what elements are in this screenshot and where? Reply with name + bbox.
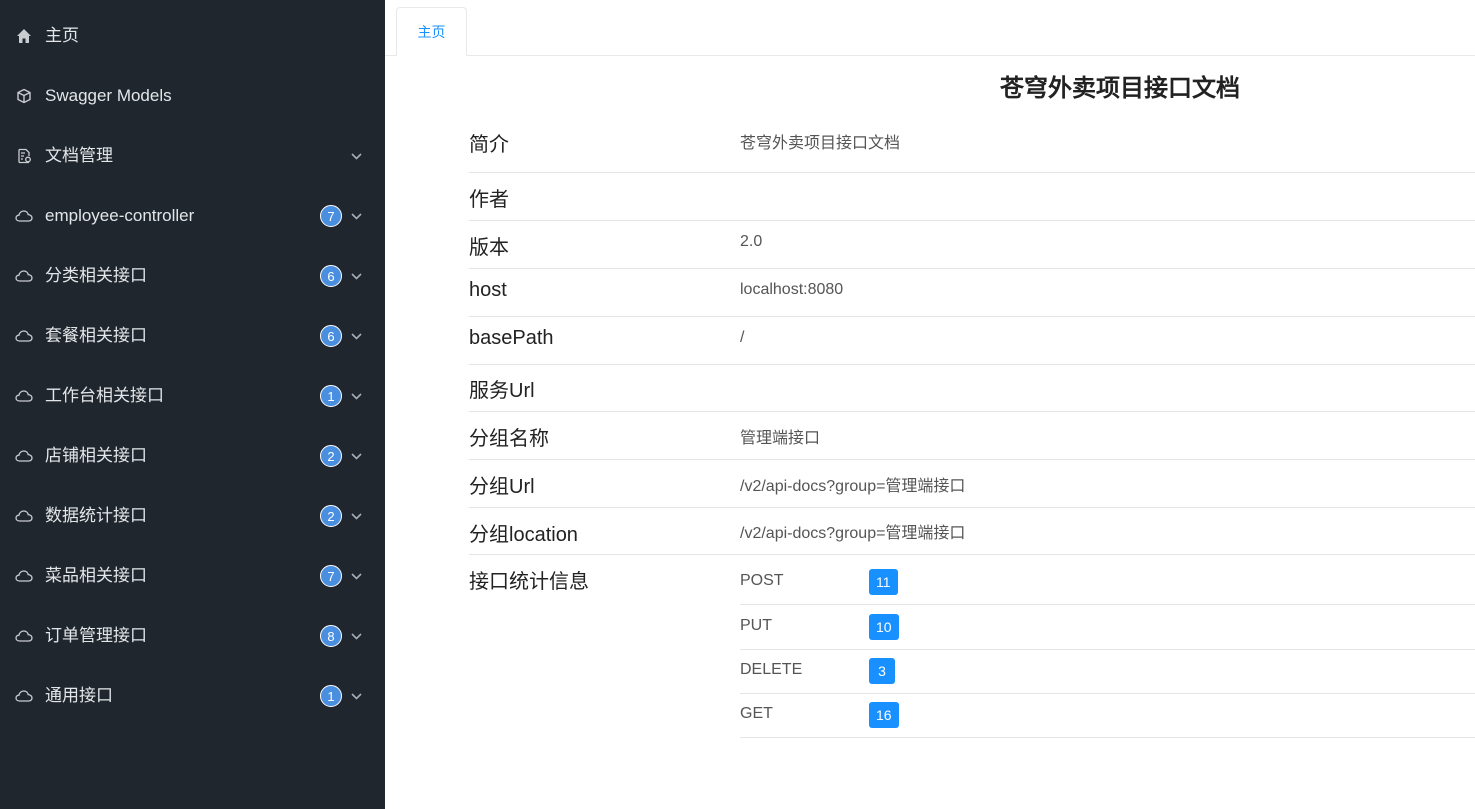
info-label: host <box>469 279 507 301</box>
sidebar-item-order-api[interactable]: 订单管理接口 8 <box>0 606 385 666</box>
info-value: localhost:8080 <box>740 281 844 298</box>
chevron-down-icon <box>351 333 362 340</box>
cloud-icon <box>15 387 33 405</box>
chevron-down-icon <box>351 393 362 400</box>
stat-method: DELETE <box>740 661 803 678</box>
chevron-down-icon <box>351 693 362 700</box>
sidebar-item-workspace-api[interactable]: 工作台相关接口 1 <box>0 366 385 426</box>
sidebar-item-label: employee-controller <box>45 206 195 225</box>
stat-method: GET <box>740 705 773 722</box>
sidebar-item-label: 店铺相关接口 <box>45 446 147 465</box>
cloud-icon <box>15 447 33 465</box>
info-value: /v2/api-docs?group=管理端接口 <box>740 525 966 542</box>
info-row-basepath: basePath / <box>469 317 1475 365</box>
sidebar: 主页 Swagger Models 文档管理 employee-controll… <box>0 0 385 809</box>
sidebar-item-label: 文档管理 <box>45 146 113 165</box>
document-settings-icon <box>15 147 33 165</box>
stat-row-get: GET 16 <box>740 693 1475 738</box>
sidebar-item-setmeal-api[interactable]: 套餐相关接口 6 <box>0 306 385 366</box>
stat-method: POST <box>740 572 784 589</box>
page-title-wrap: 苍穹外卖项目接口文档 <box>385 68 1475 103</box>
stat-row-put: PUT 10 <box>740 605 1475 650</box>
info-row-group-location: 分组location /v2/api-docs?group=管理端接口 <box>469 508 1475 555</box>
info-row-service-url: 服务Url <box>469 365 1475 412</box>
cloud-icon <box>15 207 33 225</box>
info-label: 作者 <box>469 189 509 211</box>
chevron-down-icon <box>351 513 362 520</box>
sidebar-item-label: Swagger Models <box>45 86 172 105</box>
info-row-intro: 简介 苍穹外卖项目接口文档 <box>469 115 1475 173</box>
cloud-icon <box>15 687 33 705</box>
info-row-author: 作者 <box>469 173 1475 221</box>
info-value: 苍穹外卖项目接口文档 <box>740 135 901 152</box>
stat-count-badge: 10 <box>869 614 899 640</box>
sidebar-item-employee-controller[interactable]: employee-controller 7 <box>0 186 385 246</box>
stats-label: 接口统计信息 <box>469 571 589 593</box>
cloud-icon <box>15 627 33 645</box>
info-row-group-url: 分组Url /v2/api-docs?group=管理端接口 <box>469 460 1475 508</box>
info-label: 分组location <box>469 524 578 546</box>
tab-home[interactable]: 主页 <box>396 7 467 56</box>
main-content: 主页 苍穹外卖项目接口文档 简介 苍穹外卖项目接口文档 作者 版本 2.0 ho… <box>385 0 1475 809</box>
sidebar-item-shop-api[interactable]: 店铺相关接口 2 <box>0 426 385 486</box>
info-value: 管理端接口 <box>740 430 821 447</box>
cloud-icon <box>15 327 33 345</box>
chevron-down-icon <box>351 573 362 580</box>
cloud-icon <box>15 567 33 585</box>
info-value: / <box>740 329 745 346</box>
cloud-icon <box>15 507 33 525</box>
count-badge: 6 <box>320 265 342 287</box>
chevron-down-icon <box>351 453 362 460</box>
cloud-icon <box>15 267 33 285</box>
info-value: /v2/api-docs?group=管理端接口 <box>740 478 966 495</box>
stat-row-delete: DELETE 3 <box>740 649 1475 694</box>
sidebar-item-label: 分类相关接口 <box>45 266 147 285</box>
sidebar-item-label: 主页 <box>45 26 79 45</box>
page-title: 苍穹外卖项目接口文档 <box>1000 75 1240 102</box>
chevron-down-icon <box>351 213 362 220</box>
sidebar-item-label: 订单管理接口 <box>45 626 147 645</box>
stat-method: PUT <box>740 617 772 634</box>
info-label: basePath <box>469 327 554 349</box>
sidebar-item-home[interactable]: 主页 <box>0 6 385 66</box>
chevron-down-icon <box>351 633 362 640</box>
sidebar-item-category-api[interactable]: 分类相关接口 6 <box>0 246 385 306</box>
sidebar-item-dish-api[interactable]: 菜品相关接口 7 <box>0 546 385 606</box>
info-label: 分组Url <box>469 476 535 498</box>
count-badge: 2 <box>320 505 342 527</box>
chevron-down-icon <box>351 153 362 160</box>
stat-count-badge: 11 <box>869 569 898 595</box>
sidebar-item-common-api[interactable]: 通用接口 1 <box>0 666 385 726</box>
sidebar-item-label: 套餐相关接口 <box>45 326 147 345</box>
count-badge: 1 <box>320 685 342 707</box>
home-icon <box>15 27 33 45</box>
sidebar-item-label: 通用接口 <box>45 686 113 705</box>
sidebar-item-label: 工作台相关接口 <box>45 386 164 405</box>
count-badge: 2 <box>320 445 342 467</box>
count-badge: 8 <box>320 625 342 647</box>
info-label: 简介 <box>469 134 509 156</box>
tab-bar: 主页 <box>385 0 1475 56</box>
info-row-host: host localhost:8080 <box>469 269 1475 317</box>
info-value: 2.0 <box>740 233 763 250</box>
sidebar-item-swagger-models[interactable]: Swagger Models <box>0 66 385 126</box>
count-badge: 7 <box>320 205 342 227</box>
count-badge: 6 <box>320 325 342 347</box>
cube-icon <box>15 87 33 105</box>
chevron-down-icon <box>351 273 362 280</box>
stat-row-post: POST 11 <box>740 560 1475 605</box>
info-row-version: 版本 2.0 <box>469 221 1475 269</box>
count-badge: 7 <box>320 565 342 587</box>
info-row-group-name: 分组名称 管理端接口 <box>469 412 1475 460</box>
sidebar-item-statistics-api[interactable]: 数据统计接口 2 <box>0 486 385 546</box>
sidebar-item-doc-management[interactable]: 文档管理 <box>0 126 385 186</box>
stat-count-badge: 3 <box>869 658 895 684</box>
info-label: 服务Url <box>469 380 535 402</box>
sidebar-item-label: 菜品相关接口 <box>45 566 147 585</box>
info-label: 版本 <box>469 237 509 259</box>
sidebar-item-label: 数据统计接口 <box>45 506 147 525</box>
stat-count-badge: 16 <box>869 702 899 728</box>
info-label: 分组名称 <box>469 428 549 450</box>
count-badge: 1 <box>320 385 342 407</box>
